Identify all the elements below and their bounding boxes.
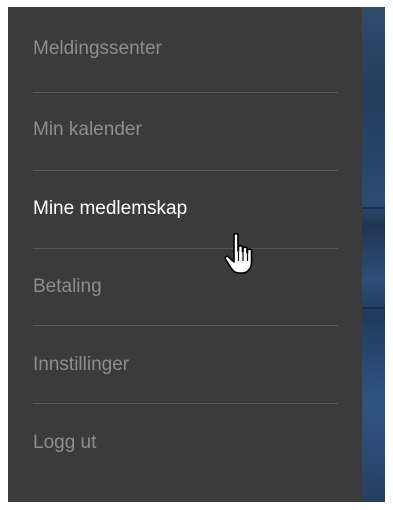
background-page-edge — [362, 7, 385, 502]
menu-item-label: Innstillinger — [33, 354, 130, 375]
menu-item-logg-ut[interactable]: Logg ut — [8, 413, 362, 473]
menu-divider — [33, 92, 338, 93]
menu-item-innstillinger[interactable]: Innstillinger — [8, 335, 362, 395]
menu-item-mine-medlemskap[interactable]: Mine medlemskap — [8, 179, 362, 239]
menu-item-betaling[interactable]: Betaling — [8, 257, 362, 317]
screenshot-frame: Meldingssenter Min kalender Mine medlems… — [0, 0, 393, 510]
menu-item-min-kalender[interactable]: Min kalender — [8, 100, 362, 160]
menu-item-label: Betaling — [33, 276, 102, 297]
background-streak — [362, 207, 385, 209]
menu-item-label: Mine medlemskap — [33, 198, 188, 219]
background-streak — [362, 307, 385, 309]
navigation-menu: Meldingssenter Min kalender Mine medlems… — [8, 7, 362, 502]
menu-divider — [33, 403, 338, 404]
hand-pointer-icon — [224, 232, 253, 274]
menu-divider — [33, 325, 338, 326]
menu-divider — [33, 170, 338, 171]
menu-item-meldingssenter[interactable]: Meldingssenter — [8, 19, 362, 79]
menu-item-label: Min kalender — [33, 119, 142, 140]
menu-item-label: Meldingssenter — [33, 38, 162, 59]
menu-item-label: Logg ut — [33, 432, 97, 453]
menu-divider — [33, 248, 338, 249]
